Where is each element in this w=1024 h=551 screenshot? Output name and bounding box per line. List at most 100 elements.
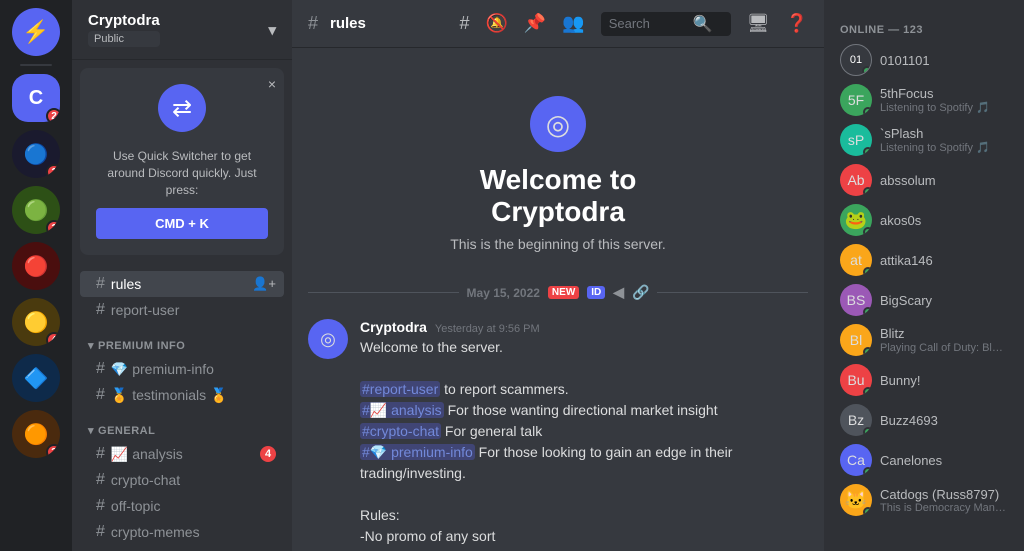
channel-name-testimonials: 🏅 testimonials 🏅: [111, 387, 228, 404]
member-name-0101101: 0101101: [880, 53, 1008, 68]
channel-item-report-user[interactable]: # report-user: [80, 297, 284, 323]
member-name-bunny: Bunny!: [880, 373, 1008, 388]
members-category-online: ONLINE — 123: [832, 16, 1016, 40]
channel-sidebar: Cryptodra Public ▾ × ⇄ Use Quick Switche…: [72, 0, 292, 551]
member-status-5thfocus: Listening to Spotify 🎵: [880, 101, 1008, 114]
channel-name-analysis: 📈 analysis: [111, 446, 183, 463]
shortcut-button[interactable]: CMD + K: [96, 208, 268, 239]
member-avatar-abssolum: Ab: [840, 164, 872, 196]
message-text-cryptodra: Welcome to the server. #report-user to r…: [360, 337, 808, 547]
channel-item-testimonials[interactable]: # 🏅 testimonials 🏅: [80, 382, 284, 408]
member-item-catdogs[interactable]: 🐱 Catdogs (Russ8797) This is Democracy M…: [832, 480, 1016, 520]
server-badge: 2: [46, 108, 60, 122]
member-info-canelones: Canelones: [880, 453, 1008, 468]
member-avatar-bigscary: BS: [840, 284, 872, 316]
server-icon-4[interactable]: 🔴: [12, 242, 60, 290]
member-name-catdogs: Catdogs (Russ8797): [880, 487, 1008, 502]
hash-icon: #: [96, 301, 105, 319]
server-divider: [20, 64, 52, 66]
member-item-0101101[interactable]: 01 0101101: [832, 40, 1016, 80]
hash-icon: #: [96, 497, 105, 515]
member-avatar-splash: sP: [840, 124, 872, 156]
welcome-subtitle: This is the beginning of this server.: [308, 236, 808, 252]
reply-icon[interactable]: ◀: [613, 284, 624, 301]
mute-icon[interactable]: 🔕: [485, 13, 507, 34]
message-time-cryptodra: Yesterday at 9:56 PM: [435, 323, 540, 335]
server-name: Cryptodra: [88, 12, 160, 29]
inbox-icon[interactable]: 🖥: [747, 13, 770, 34]
channel-name-crypto-memes: crypto-memes: [111, 524, 200, 540]
member-item-buzz4693[interactable]: Bz Buzz4693: [832, 400, 1016, 440]
tooltip-close-button[interactable]: ×: [268, 76, 276, 92]
channel-item-rules[interactable]: # rules 👤+: [80, 271, 284, 297]
members-icon[interactable]: 👥: [562, 13, 584, 34]
message-header-cryptodra: Cryptodra Yesterday at 9:56 PM: [360, 319, 808, 335]
member-item-bigscary[interactable]: BS BigScary: [832, 280, 1016, 320]
member-item-blitz[interactable]: Bl Blitz Playing Call of Duty: Black ...…: [832, 320, 1016, 360]
message-cryptodra: ◎ Cryptodra Yesterday at 9:56 PM Welcome…: [308, 317, 808, 549]
channel-item-crypto-memes[interactable]: # crypto-memes: [80, 519, 284, 545]
chevron-down-icon: ▾: [268, 21, 276, 39]
chevron-icon: ▾: [88, 339, 94, 352]
header-icons: # 🔕 📌 👥 🔍 🖥 ❓: [459, 12, 808, 36]
channel-item-premium-info[interactable]: # 💎 premium-info: [80, 356, 284, 382]
message-content-cryptodra: Cryptodra Yesterday at 9:56 PM Welcome t…: [360, 319, 808, 547]
server-welcome-icon: ◎: [530, 96, 586, 152]
help-icon[interactable]: ❓: [786, 13, 808, 34]
member-item-attika146[interactable]: at attika146: [832, 240, 1016, 280]
channel-name-off-topic: off-topic: [111, 498, 161, 514]
category-premium-info[interactable]: ▾ Premium Info: [72, 323, 292, 356]
member-name-splash: `sPlash: [880, 126, 1008, 141]
members-sidebar: ONLINE — 123 01 0101101 5F 5thFocus List…: [824, 0, 1024, 551]
member-item-akos0s[interactable]: 🐸 akos0s: [832, 200, 1016, 240]
member-avatar-attika146: at: [840, 244, 872, 276]
sidebar-header[interactable]: Cryptodra Public ▾: [72, 0, 292, 60]
server-icon-cryptodra[interactable]: C 2: [12, 74, 60, 122]
member-avatar-blitz: Bl: [840, 324, 872, 356]
channel-item-analysis[interactable]: # 📈 analysis 4: [80, 441, 284, 467]
member-info-abssolum: abssolum: [880, 173, 1008, 188]
server-icon-5[interactable]: 🟡 4: [12, 298, 60, 346]
server-icon-6[interactable]: 🔷: [12, 354, 60, 402]
member-item-canelones[interactable]: Ca Canelones: [832, 440, 1016, 480]
discord-home-button[interactable]: ⚡: [12, 8, 60, 56]
quick-switcher-tooltip: × ⇄ Use Quick Switcher to get around Dis…: [80, 68, 284, 255]
member-item-5thfocus[interactable]: 5F 5thFocus Listening to Spotify 🎵: [832, 80, 1016, 120]
member-name-attika146: attika146: [880, 253, 1008, 268]
member-avatar-5thfocus: 5F: [840, 84, 872, 116]
chat-header: # rules # 🔕 📌 👥 🔍 🖥 ❓: [292, 0, 824, 48]
link-icon[interactable]: 🔗: [632, 284, 649, 301]
hash-icon: #: [96, 386, 105, 404]
online-dot: [863, 507, 872, 516]
add-member-icon[interactable]: 👤+: [252, 276, 276, 292]
pin-icon[interactable]: 📌: [524, 13, 546, 34]
member-item-splash[interactable]: sP `sPlash Listening to Spotify 🎵: [832, 120, 1016, 160]
chat-header-title: rules: [330, 15, 366, 32]
channel-item-crypto-chat[interactable]: # crypto-chat: [80, 467, 284, 493]
hashtag-icon[interactable]: #: [459, 13, 469, 34]
member-avatar-catdogs: 🐱: [840, 484, 872, 516]
search-input[interactable]: [609, 16, 689, 31]
channel-item-social-media[interactable]: # social-media: [80, 545, 284, 551]
mention-analysis[interactable]: #📈 analysis: [360, 402, 444, 418]
mention-report-user[interactable]: #report-user: [360, 381, 440, 397]
server-icon-3[interactable]: 🟢 1: [12, 186, 60, 234]
online-dot: [863, 187, 872, 196]
hash-icon: #: [96, 275, 105, 293]
online-dot: [863, 467, 872, 476]
mention-crypto-chat[interactable]: #crypto-chat: [360, 423, 441, 439]
public-badge: Public: [88, 31, 160, 47]
server-icon-7[interactable]: 🟠 3: [12, 410, 60, 458]
mention-premium-info[interactable]: #💎 premium-info: [360, 444, 475, 460]
member-name-canelones: Canelones: [880, 453, 1008, 468]
member-item-bunny[interactable]: Bu Bunny!: [832, 360, 1016, 400]
category-general[interactable]: ▾ General: [72, 408, 292, 441]
search-icon[interactable]: 🔍: [693, 14, 713, 34]
member-name-abssolum: abssolum: [880, 173, 1008, 188]
hash-icon: #: [96, 445, 105, 463]
channel-item-off-topic[interactable]: # off-topic: [80, 493, 284, 519]
member-info-bunny: Bunny!: [880, 373, 1008, 388]
server-icon-2[interactable]: 🔵 1: [12, 130, 60, 178]
member-item-abssolum[interactable]: Ab abssolum: [832, 160, 1016, 200]
member-avatar-0101101: 01: [840, 44, 872, 76]
